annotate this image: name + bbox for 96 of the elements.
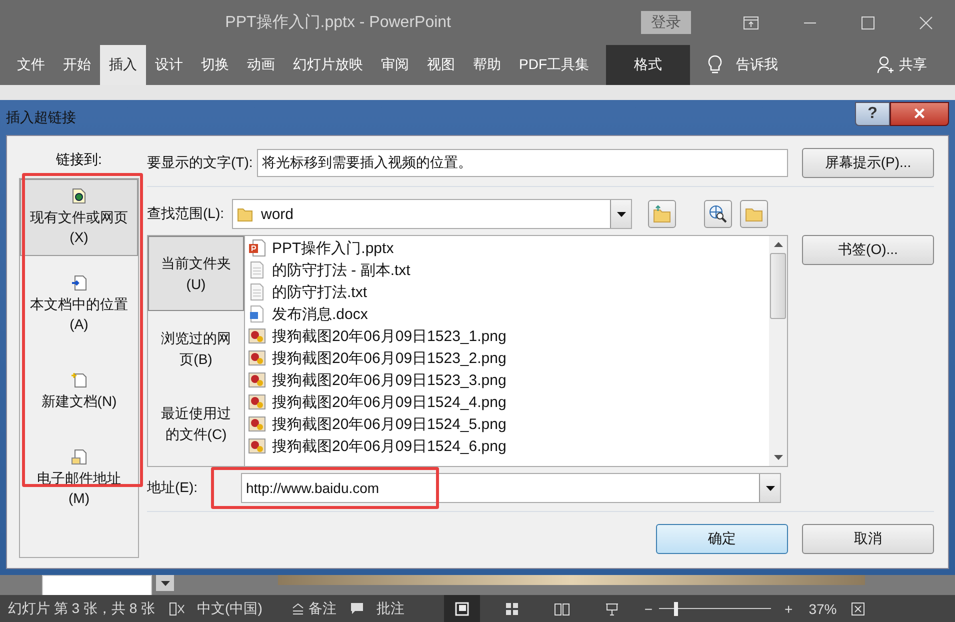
ribbon-tab[interactable]: 插入 — [100, 45, 146, 85]
language-status[interactable]: 中文(中国) — [197, 600, 262, 618]
zoom-slider[interactable] — [658, 602, 771, 616]
image-file-icon — [248, 393, 266, 411]
share-button[interactable]: 共享 — [899, 56, 927, 74]
image-file-icon — [248, 327, 266, 345]
image-file-icon — [248, 349, 266, 367]
folder-up-icon — [652, 205, 672, 223]
ribbon-tab[interactable]: 切换 — [192, 45, 238, 85]
word-file-icon — [248, 305, 266, 323]
spelling-check-icon[interactable] — [169, 602, 186, 616]
address-label: 地址(E): — [147, 479, 199, 497]
browse-file-button[interactable] — [740, 200, 768, 228]
globe-search-icon — [708, 204, 728, 224]
ribbon-display-icon[interactable] — [743, 16, 759, 30]
fit-to-window-icon[interactable] — [850, 602, 865, 616]
dialog-title: 插入超链接 — [6, 109, 76, 127]
look-in-label: 查找范围(L): — [147, 205, 224, 223]
ribbon-tab[interactable]: 幻灯片放映 — [284, 45, 372, 85]
login-button[interactable]: 登录 — [641, 11, 691, 34]
comment-icon — [350, 602, 364, 615]
ribbon-tab[interactable]: 审阅 — [372, 45, 418, 85]
document-arrow-icon — [71, 274, 87, 291]
link-to-label: 链接到: — [55, 151, 103, 169]
file-name[interactable]: 搜狗截图20年06月09日1523_2.png — [272, 348, 506, 368]
normal-view-button[interactable] — [444, 595, 480, 622]
file-name[interactable]: 搜狗截图20年06月09日1524_5.png — [272, 414, 506, 434]
display-text-field[interactable]: 将光标移到需要插入视频的位置。 — [256, 149, 788, 177]
file-name[interactable]: 搜狗截图20年06月09日1523_3.png — [272, 370, 506, 390]
zoom-percentage[interactable]: 37% — [808, 600, 837, 616]
presentation-file-icon — [248, 239, 266, 257]
cancel-button[interactable]: 取消 — [802, 524, 934, 554]
scrollbar[interactable] — [769, 236, 787, 466]
help-button[interactable]: ? — [855, 102, 890, 126]
normal-view-icon — [455, 602, 470, 616]
tell-me-link[interactable]: 告诉我 — [736, 56, 778, 74]
ribbon-tab[interactable]: PDF工具集 — [510, 45, 598, 85]
ribbon-tab[interactable]: 格式 — [606, 45, 690, 85]
file-name[interactable]: 的防守打法.txt — [272, 282, 368, 302]
ribbon-tab[interactable]: 文件 — [8, 45, 54, 85]
file-name[interactable]: 搜狗截图20年06月09日1524_6.png — [272, 436, 506, 456]
comments-button[interactable]: 批注 — [376, 600, 404, 618]
scroll-down-icon[interactable] — [774, 455, 782, 460]
ribbon-tab[interactable]: 帮助 — [464, 45, 510, 85]
file-name[interactable]: 的防守打法 - 副本.txt — [272, 260, 410, 280]
grid-icon — [505, 602, 520, 616]
ribbon-tab[interactable]: 视图 — [418, 45, 464, 85]
scroll-down-button[interactable] — [156, 575, 174, 591]
image-file-icon — [248, 437, 266, 455]
ribbon-tab[interactable]: 开始 — [54, 45, 100, 85]
link-type-item[interactable]: 新建文档(N) — [20, 353, 138, 430]
projector-screen-icon — [605, 602, 620, 616]
browse-web-button[interactable] — [704, 200, 732, 228]
close-icon[interactable] — [919, 16, 933, 30]
screentip-button[interactable]: 屏幕提示(P)... — [802, 148, 934, 178]
dropdown-arrow-icon — [766, 486, 774, 490]
file-name[interactable]: 搜狗截图20年06月09日1523_1.png — [272, 326, 506, 346]
browse-category-button[interactable]: 最近使用过的文件(C) — [148, 386, 244, 461]
maximize-icon[interactable] — [861, 16, 875, 30]
file-name[interactable]: 发布消息.docx — [272, 304, 368, 324]
text-file-icon — [248, 283, 266, 301]
person-add-icon — [877, 56, 895, 74]
display-text-label: 要显示的文字(T): — [147, 154, 253, 172]
ribbon-tab[interactable]: 设计 — [146, 45, 192, 85]
slide-thumbnail[interactable] — [42, 575, 152, 595]
document-mail-icon — [71, 448, 87, 465]
window-title: PPT操作入门.pptx - PowerPoint — [225, 12, 451, 33]
caret-icon — [160, 580, 170, 586]
ok-button[interactable]: 确定 — [656, 524, 788, 554]
ribbon-tab[interactable]: 动画 — [238, 45, 284, 85]
address-field[interactable]: http://www.baidu.com — [241, 473, 781, 503]
folder-up-button[interactable] — [648, 200, 676, 228]
link-type-item[interactable]: 本文档中的位置 (A) — [20, 266, 138, 343]
browse-category-button[interactable]: 浏览过的网页(B) — [148, 311, 244, 386]
image-file-icon — [248, 415, 266, 433]
zoom-in-button[interactable]: + — [784, 600, 793, 616]
file-name[interactable]: 搜狗截图20年06月09日1524_4.png — [272, 392, 506, 412]
close-button[interactable]: × — [890, 102, 949, 126]
look-in-dropdown[interactable]: word — [232, 199, 632, 229]
browse-category-button[interactable]: 当前文件夹 (U) — [148, 236, 244, 311]
lightbulb-icon — [708, 55, 722, 75]
dropdown-arrow-icon — [616, 212, 626, 216]
file-name[interactable]: PPT操作入门.pptx — [272, 238, 394, 258]
scroll-up-icon[interactable] — [774, 242, 782, 247]
slide-count: 幻灯片 第 3 张，共 8 张 — [8, 600, 156, 618]
notes-icon — [292, 602, 304, 614]
new-document-icon — [71, 372, 87, 388]
bookmark-button[interactable]: 书签(O)... — [802, 235, 934, 265]
text-file-icon — [248, 261, 266, 279]
image-file-icon — [248, 371, 266, 389]
link-type-item[interactable]: 现有文件或网页 (X) — [20, 179, 138, 256]
document-globe-icon — [72, 188, 86, 204]
zoom-out-button[interactable]: − — [644, 600, 653, 616]
folder-icon — [237, 206, 253, 222]
book-icon — [554, 602, 570, 616]
notes-button[interactable]: 备注 — [308, 600, 336, 618]
